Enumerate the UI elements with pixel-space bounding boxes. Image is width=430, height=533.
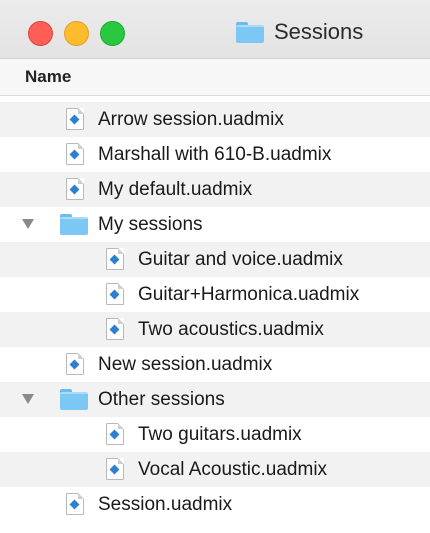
document-icon xyxy=(106,248,124,270)
folder-name: Other sessions xyxy=(98,389,225,410)
title-bar[interactable]: Sessions xyxy=(0,0,430,59)
file-name: Two guitars.uadmix xyxy=(138,424,302,445)
file-name: Vocal Acoustic.uadmix xyxy=(138,459,328,480)
file-row[interactable]: Arrow session.uadmix xyxy=(0,102,430,137)
document-icon xyxy=(66,493,84,515)
file-row[interactable]: Two acoustics.uadmix xyxy=(0,312,430,347)
file-name: Marshall with 610-B.uadmix xyxy=(98,144,332,165)
folder-icon xyxy=(60,389,88,410)
folder-icon xyxy=(236,21,264,43)
disclosure-triangle-icon[interactable] xyxy=(22,219,34,229)
close-window-button[interactable] xyxy=(28,21,53,46)
name-column-label: Name xyxy=(25,67,72,86)
file-name: New session.uadmix xyxy=(98,354,273,375)
file-row[interactable]: New session.uadmix xyxy=(0,347,430,382)
file-name: Two acoustics.uadmix xyxy=(138,319,324,340)
document-icon xyxy=(66,108,84,130)
file-name: Guitar and voice.uadmix xyxy=(138,249,343,270)
zoom-window-button[interactable] xyxy=(100,21,125,46)
document-icon xyxy=(66,178,84,200)
window-title: Sessions xyxy=(236,17,363,47)
file-row[interactable]: Guitar+Harmonica.uadmix xyxy=(0,277,430,312)
folder-row[interactable]: Other sessions xyxy=(0,382,430,417)
file-row[interactable]: Two guitars.uadmix xyxy=(0,417,430,452)
folder-row[interactable]: My sessions xyxy=(0,207,430,242)
file-name: Arrow session.uadmix xyxy=(98,109,284,130)
file-name: Session.uadmix xyxy=(98,494,233,515)
file-row[interactable]: My default.uadmix xyxy=(0,172,430,207)
document-icon xyxy=(106,423,124,445)
file-row[interactable]: Vocal Acoustic.uadmix xyxy=(0,452,430,487)
file-row[interactable]: Guitar and voice.uadmix xyxy=(0,242,430,277)
file-name: My default.uadmix xyxy=(98,179,253,200)
document-icon xyxy=(66,353,84,375)
minimize-window-button[interactable] xyxy=(64,21,89,46)
folder-icon xyxy=(60,214,88,235)
file-row[interactable]: Session.uadmix xyxy=(0,487,430,522)
folder-name: My sessions xyxy=(98,214,203,235)
window-title-text: Sessions xyxy=(274,19,364,44)
file-row[interactable]: Marshall with 610-B.uadmix xyxy=(0,137,430,172)
file-list: Arrow session.uadmix Marshall with 610-B.… xyxy=(0,102,430,522)
document-icon xyxy=(106,458,124,480)
document-icon xyxy=(106,318,124,340)
name-column-header[interactable]: Name xyxy=(0,59,430,96)
document-icon xyxy=(106,283,124,305)
document-icon xyxy=(66,143,84,165)
disclosure-triangle-icon[interactable] xyxy=(22,394,34,404)
file-name: Guitar+Harmonica.uadmix xyxy=(138,284,360,305)
finder-window: Sessions Name Arrow session.uadmix Marsha… xyxy=(0,0,430,533)
